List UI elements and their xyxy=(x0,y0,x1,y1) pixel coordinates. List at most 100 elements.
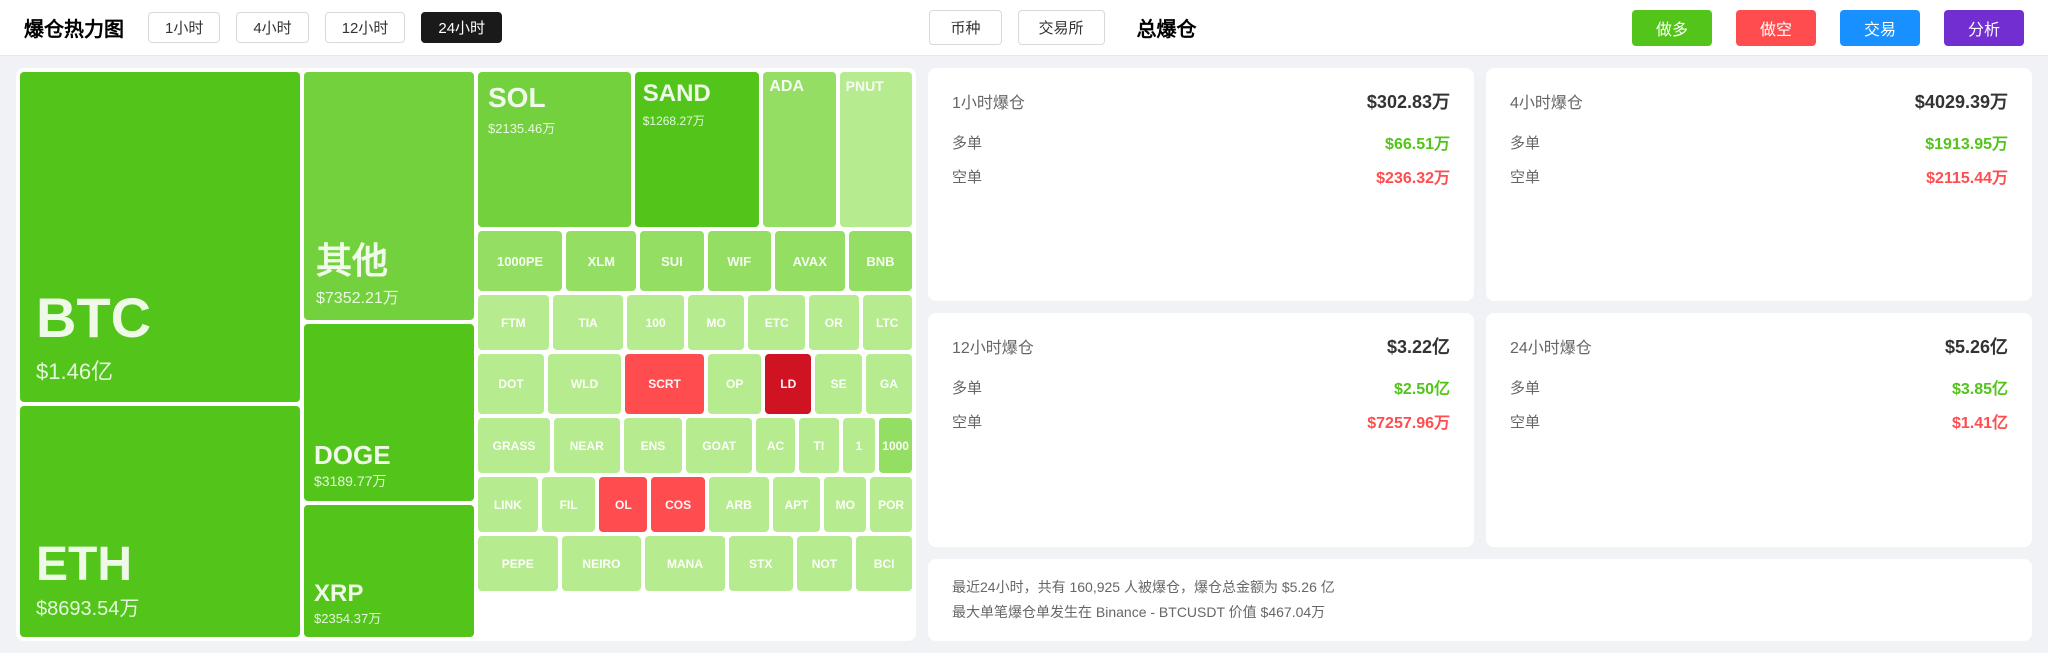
cell-cos[interactable]: COS xyxy=(651,477,705,532)
cell-ld[interactable]: LD xyxy=(765,354,811,414)
main-content: BTC $1.46亿 ETH $8693.54万 其他 $7352.21万 DO… xyxy=(0,56,2048,653)
cell-xlm[interactable]: XLM xyxy=(566,231,636,291)
cell-ti[interactable]: TI xyxy=(799,418,838,473)
stat-long-label-12h: 多单 xyxy=(952,377,982,398)
ada-cell[interactable]: ADA xyxy=(763,72,835,227)
treemap-left-col: BTC $1.46亿 ETH $8693.54万 xyxy=(20,72,300,637)
cell-ftm[interactable]: FTM xyxy=(478,295,549,350)
cell-bci[interactable]: BCI xyxy=(856,536,912,591)
stat-row-1h-long: 多单 $66.51万 xyxy=(952,130,1450,154)
stat-short-label-1h: 空单 xyxy=(952,166,982,187)
cell-ens[interactable]: ENS xyxy=(624,418,683,473)
stat-short-label-12h: 空单 xyxy=(952,411,982,432)
cell-se[interactable]: SE xyxy=(815,354,861,414)
cell-pepe[interactable]: PEPE xyxy=(478,536,558,591)
treemap-row-5: GRASS NEAR ENS GOAT AC TI 1 1000 xyxy=(478,418,912,473)
cell-1000t[interactable]: 1000 xyxy=(879,418,912,473)
stat-long-value-12h: $2.50亿 xyxy=(1394,375,1450,399)
sand-symbol: SAND xyxy=(643,80,752,108)
filter-exchange-btn[interactable]: 交易所 xyxy=(1018,10,1105,45)
cell-wld[interactable]: WLD xyxy=(548,354,621,414)
time-btn-4h[interactable]: 4小时 xyxy=(236,12,308,43)
total-section-title: 总爆仓 xyxy=(1137,13,1197,42)
cell-ga[interactable]: GA xyxy=(866,354,912,414)
stat-total-1h: $302.83万 xyxy=(1367,88,1450,114)
cell-link[interactable]: LINK xyxy=(478,477,538,532)
stat-card-4h: 4小时爆仓 $4029.39万 多单 $1913.95万 空单 $2115.44… xyxy=(1486,68,2032,301)
cell-1[interactable]: 1 xyxy=(843,418,876,473)
cell-ltc[interactable]: LTC xyxy=(863,295,912,350)
cell-ac[interactable]: AC xyxy=(756,418,795,473)
cell-or[interactable]: OR xyxy=(809,295,858,350)
sol-cell[interactable]: SOL $2135.46万 xyxy=(478,72,631,227)
cell-ol[interactable]: OL xyxy=(599,477,647,532)
cell-op[interactable]: OP xyxy=(708,354,761,414)
cell-stx[interactable]: STX xyxy=(729,536,793,591)
cell-dot[interactable]: DOT xyxy=(478,354,544,414)
xrp-cell[interactable]: XRP $2354.37万 xyxy=(304,505,474,637)
stat-row-24h-short: 空单 $1.41亿 xyxy=(1510,409,2008,433)
analysis-button[interactable]: 分析 xyxy=(1944,10,2024,46)
stat-header-12h: 12小时爆仓 $3.22亿 xyxy=(952,333,1450,359)
doge-symbol: DOGE xyxy=(314,440,464,471)
cell-near[interactable]: NEAR xyxy=(554,418,619,473)
btc-symbol: BTC xyxy=(36,290,284,346)
sand-cell[interactable]: SAND $1268.27万 xyxy=(635,72,760,227)
cell-goat[interactable]: GOAT xyxy=(686,418,751,473)
cell-wif[interactable]: WIF xyxy=(708,231,771,291)
cell-mana[interactable]: MANA xyxy=(645,536,725,591)
treemap-row-3: FTM TIA 100 MO ETC OR LTC xyxy=(478,295,912,350)
short-button[interactable]: 做空 xyxy=(1736,10,1816,46)
xrp-value: $2354.37万 xyxy=(314,608,464,627)
cell-apt[interactable]: APT xyxy=(773,477,821,532)
notice-line-2: 最大单笔爆仓单发生在 Binance - BTCUSDT 价值 $467.04万 xyxy=(952,600,2008,625)
stat-row-24h-long: 多单 $3.85亿 xyxy=(1510,375,2008,399)
pnut-cell[interactable]: PNUT xyxy=(840,72,912,227)
stat-row-4h-short: 空单 $2115.44万 xyxy=(1510,164,2008,188)
cell-scrt[interactable]: SCRT xyxy=(625,354,704,414)
sol-value: $2135.46万 xyxy=(488,118,621,137)
filter-coin-btn[interactable]: 币种 xyxy=(929,10,1001,45)
eth-cell[interactable]: ETH $8693.54万 xyxy=(20,406,300,637)
stat-short-value-12h: $7257.96万 xyxy=(1367,409,1450,433)
cell-tia[interactable]: TIA xyxy=(553,295,624,350)
stat-total-24h: $5.26亿 xyxy=(1945,333,2008,359)
cell-not[interactable]: NOT xyxy=(797,536,853,591)
cell-100[interactable]: 100 xyxy=(627,295,684,350)
cell-neiro[interactable]: NEIRO xyxy=(562,536,642,591)
cell-arb[interactable]: ARB xyxy=(709,477,769,532)
cell-avax[interactable]: AVAX xyxy=(775,231,845,291)
long-button[interactable]: 做多 xyxy=(1632,10,1712,46)
doge-cell[interactable]: DOGE $3189.77万 xyxy=(304,324,474,501)
stat-long-label-4h: 多单 xyxy=(1510,132,1540,153)
cell-1000pe[interactable]: 1000PE xyxy=(478,231,562,291)
stat-period-12h: 12小时爆仓 xyxy=(952,334,1034,358)
stat-short-value-24h: $1.41亿 xyxy=(1952,409,2008,433)
stat-period-24h: 24小时爆仓 xyxy=(1510,334,1592,358)
cell-fil[interactable]: FIL xyxy=(542,477,596,532)
doge-value: $3189.77万 xyxy=(314,471,464,491)
eth-value: $8693.54万 xyxy=(36,592,284,621)
cell-por[interactable]: POR xyxy=(870,477,912,532)
treemap-right-col: SOL $2135.46万 SAND $1268.27万 ADA PNUT 10… xyxy=(478,72,912,637)
stat-short-value-4h: $2115.44万 xyxy=(1926,164,2008,188)
cell-mo2[interactable]: MO xyxy=(824,477,866,532)
stat-total-4h: $4029.39万 xyxy=(1915,88,2008,114)
btc-cell[interactable]: BTC $1.46亿 xyxy=(20,72,300,402)
stat-header-1h: 1小时爆仓 $302.83万 xyxy=(952,88,1450,114)
time-btn-12h[interactable]: 12小时 xyxy=(325,12,406,43)
cell-etc[interactable]: ETC xyxy=(748,295,805,350)
trade-button[interactable]: 交易 xyxy=(1840,10,1920,46)
other-cell[interactable]: 其他 $7352.21万 xyxy=(304,72,474,320)
time-btn-1h[interactable]: 1小时 xyxy=(148,12,220,43)
cell-sui[interactable]: SUI xyxy=(640,231,703,291)
cell-bnb[interactable]: BNB xyxy=(849,231,912,291)
cell-grass[interactable]: GRASS xyxy=(478,418,550,473)
cell-mo[interactable]: MO xyxy=(688,295,745,350)
xrp-symbol: XRP xyxy=(314,580,464,608)
time-btn-24h[interactable]: 24小时 xyxy=(421,12,502,43)
stat-period-1h: 1小时爆仓 xyxy=(952,89,1025,113)
treemap-mid-col: 其他 $7352.21万 DOGE $3189.77万 XRP $2354.37… xyxy=(304,72,474,637)
treemap-row-7: PEPE NEIRO MANA STX NOT BCI xyxy=(478,536,912,591)
page-title: 爆仓热力图 xyxy=(24,13,124,42)
